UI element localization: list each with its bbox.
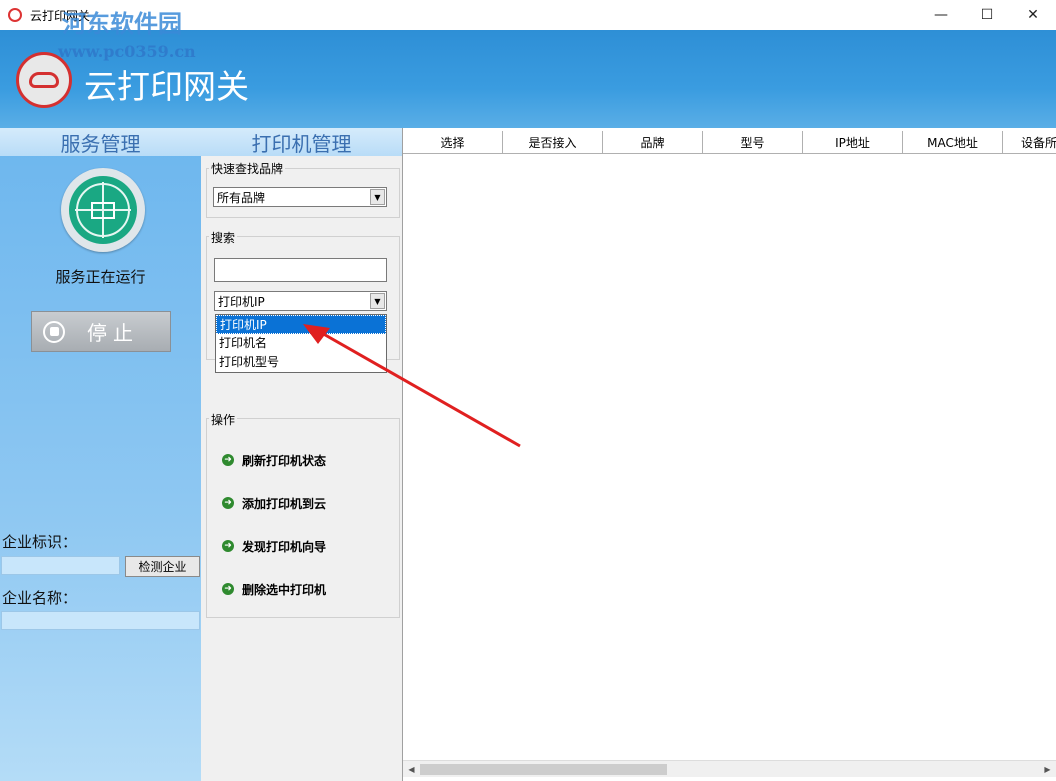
enterprise-name-label: 企业名称： [2, 589, 78, 607]
maximize-button[interactable]: ☐ [964, 0, 1010, 30]
printer-table [402, 128, 1056, 781]
scroll-right-icon[interactable]: ▶ [1039, 761, 1056, 778]
operation-label: 添加打印机到云 [242, 496, 327, 511]
enterprise-id-input[interactable] [1, 556, 120, 575]
operation-label: 发现打印机向导 [242, 539, 327, 554]
column-header[interactable]: 型号 [703, 131, 803, 154]
search-type-value: 打印机IP [218, 294, 265, 309]
tab-service-management[interactable]: 服务管理 [0, 128, 201, 156]
column-header[interactable]: 设备所 [1003, 131, 1056, 154]
scroll-left-icon[interactable]: ◀ [403, 761, 420, 778]
monitor-target-icon [61, 168, 145, 252]
enterprise-name-input[interactable] [1, 611, 200, 630]
service-status-text: 服务正在运行 [55, 268, 146, 286]
stop-button-label: 停止 [87, 321, 139, 345]
search-input[interactable] [214, 258, 387, 282]
column-header[interactable]: IP地址 [803, 131, 903, 154]
brand-select[interactable]: 所有品牌 ▼ [213, 187, 387, 207]
brand-group-title: 快速查找品牌 [209, 160, 286, 177]
stop-icon [43, 320, 65, 343]
search-type-dropdown: 打印机IP 打印机名 打印机型号 [215, 314, 387, 373]
horizontal-scrollbar[interactable]: ◀ ▶ [403, 760, 1056, 777]
dropdown-option[interactable]: 打印机型号 [216, 353, 386, 372]
minimize-button[interactable]: — [918, 0, 964, 30]
stop-service-button[interactable]: 停止 [31, 311, 171, 352]
arrow-right-circle-icon: ➜ [222, 540, 234, 552]
search-type-select[interactable]: 打印机IP ▼ [214, 291, 387, 311]
watermark-text: 河东软件园 [62, 9, 182, 38]
banner-title: 云打印网关 [84, 67, 249, 106]
arrow-right-circle-icon: ➜ [222, 497, 234, 509]
operations-group-title: 操作 [209, 411, 238, 428]
dropdown-option[interactable]: 打印机IP [216, 315, 386, 334]
chevron-down-icon[interactable]: ▼ [370, 189, 385, 205]
close-button[interactable]: ✕ [1010, 0, 1056, 30]
enterprise-id-label: 企业标识： [2, 533, 78, 551]
delete-selected-printer-button[interactable]: ➜ 删除选中打印机 [222, 580, 326, 598]
chevron-down-icon[interactable]: ▼ [370, 293, 385, 309]
arrow-right-circle-icon: ➜ [222, 454, 234, 466]
operation-label: 删除选中打印机 [242, 582, 327, 597]
add-printer-to-cloud-button[interactable]: ➜ 添加打印机到云 [222, 494, 326, 512]
column-header[interactable]: 选择 [403, 131, 503, 154]
column-header[interactable]: 是否接入 [503, 131, 603, 154]
dropdown-option[interactable]: 打印机名 [216, 334, 386, 353]
scrollbar-thumb[interactable] [420, 764, 667, 775]
detect-enterprise-button[interactable]: 检测企业 [125, 556, 200, 577]
brand-select-value: 所有品牌 [217, 190, 266, 205]
app-icon [8, 8, 22, 22]
tab-printer-management[interactable]: 打印机管理 [201, 128, 402, 156]
operation-label: 刷新打印机状态 [242, 453, 327, 468]
discover-printer-wizard-button[interactable]: ➜ 发现打印机向导 [222, 537, 326, 555]
refresh-printer-status-button[interactable]: ➜ 刷新打印机状态 [222, 451, 326, 469]
search-group-title: 搜索 [209, 229, 238, 246]
column-header[interactable]: 品牌 [603, 131, 703, 154]
table-header: 选择 是否接入 品牌 型号 IP地址 MAC地址 设备所 [403, 131, 1056, 154]
arrow-right-circle-icon: ➜ [222, 583, 234, 595]
column-header[interactable]: MAC地址 [903, 131, 1003, 154]
watermark-url: www.pc0359.cn [58, 42, 196, 61]
